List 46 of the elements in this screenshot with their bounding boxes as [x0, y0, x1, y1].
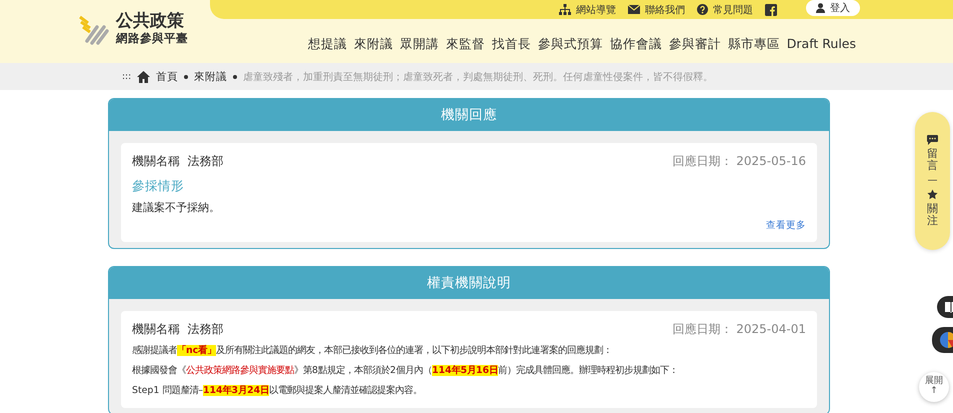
side-action-link[interactable]: 關注 [927, 203, 938, 228]
breadcrumb-current: 虐童致殘者，加重刑責至無期徒刑；虐童致死者，判處無期徒刑、死刑。任何虐童性侵案件，皆不得假釋。 [243, 70, 714, 84]
response-date: 回應日期： 2025-04-01 [672, 321, 806, 338]
response-date: 回應日期： 2025-05-16 [672, 153, 806, 170]
nav-link[interactable]: 找首長 [492, 36, 531, 53]
nav-link[interactable]: 縣市專區 [728, 36, 780, 53]
breadcrumb-link[interactable]: 首頁 [156, 70, 178, 84]
nav-link[interactable]: 來附議 [354, 36, 393, 53]
nav-link[interactable]: 協作會議 [610, 36, 662, 53]
logo-title: 公共政策 [116, 12, 185, 31]
side-action-link[interactable]: 留言 [927, 148, 938, 172]
response-text: Step1 問題釐清–114年3月24日以電郵與提案人釐清並確認提案內容。 [132, 384, 424, 398]
logo-subtitle: 網路參與平臺 [116, 31, 188, 45]
agency-label: 機關名稱 法務部 [132, 321, 224, 338]
user-icon [816, 3, 825, 13]
agency-label: 機關名稱 法務部 [132, 153, 224, 170]
nav-link[interactable]: 眾開講 [400, 36, 439, 53]
sitemap-icon [559, 4, 571, 15]
chart-button[interactable] [932, 327, 953, 353]
response-text: 建議案不予採納。 [132, 200, 221, 215]
pie-chart-icon [940, 332, 953, 348]
top-link[interactable]: 聯絡我們 [645, 2, 685, 16]
panel-title: 權責機關說明 [109, 267, 829, 299]
nav-link[interactable]: 來監督 [446, 36, 485, 53]
panel-title: 機關回應 [109, 99, 829, 131]
mail-icon [628, 5, 640, 14]
facebook-icon[interactable] [765, 4, 777, 16]
top-link[interactable]: 網站導覽 [576, 2, 616, 16]
home-icon [137, 70, 150, 82]
response-text: 根據國發會《公共政策網路參與實施要點》第8點規定，本部須於2個月內（114年5月16日前）完成具體回應。辦理時程初步規劃如下： [132, 364, 680, 378]
star-icon [927, 189, 938, 200]
login-button[interactable]: 登入 [806, 0, 860, 16]
section-heading: 參採情形 [132, 178, 185, 195]
top-link[interactable]: 常見問題 [713, 2, 753, 16]
nav-link[interactable]: 想提議 [308, 36, 347, 53]
divider-text: — [928, 175, 938, 186]
breadcrumb-marker: ::: [122, 72, 132, 82]
breadcrumb-link[interactable]: 來附議 [194, 70, 228, 84]
response-text: 感謝提議者「nc看」及所有關注此議題的網友，本部已接收到各位的連署，以下初步說明本部針對此連署案的回應規劃： [132, 344, 614, 358]
nav-link[interactable]: 參與式預算 [538, 36, 603, 53]
comment-icon [927, 134, 938, 145]
nav-link[interactable]: Draft Rules [786, 36, 856, 53]
nav-link[interactable]: 參與審計 [668, 36, 721, 53]
expand-button[interactable]: 展開 ↑ [919, 372, 949, 402]
help-icon [697, 4, 708, 15]
see-more-link[interactable]: 查看更多 [766, 219, 806, 232]
